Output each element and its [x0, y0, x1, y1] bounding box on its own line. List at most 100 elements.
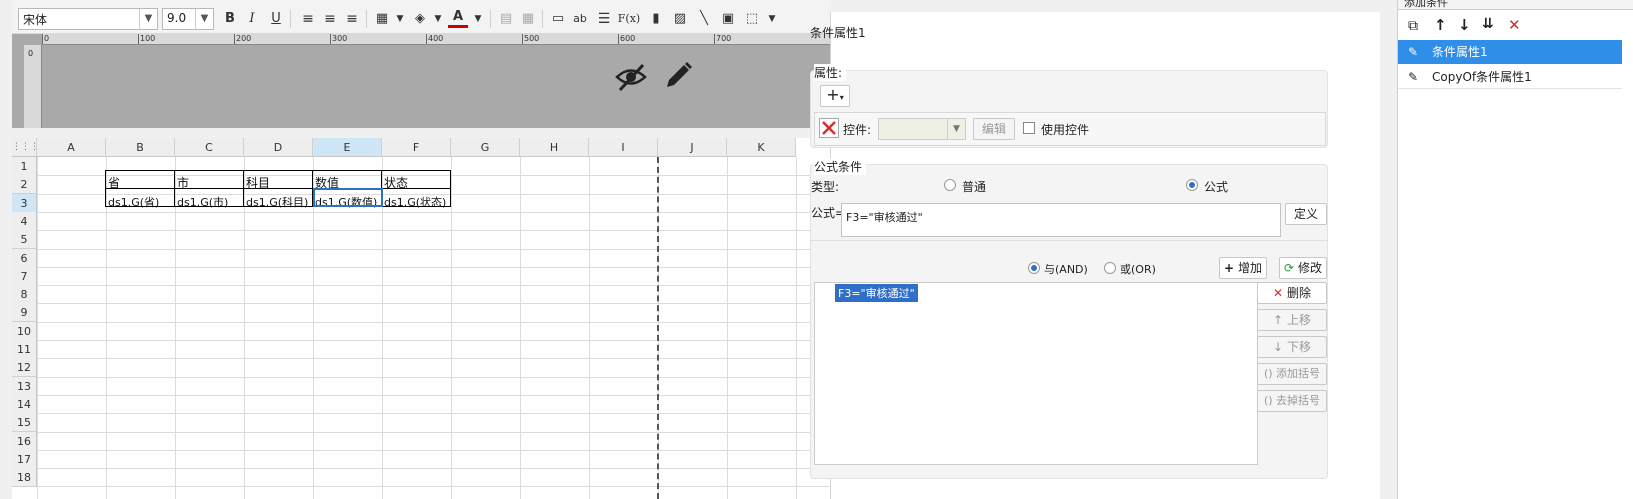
list-item[interactable]: ✎ CopyOf条件属性1 — [1398, 65, 1622, 89]
close-icon[interactable] — [819, 118, 839, 138]
data-cell[interactable]: ds1.G(市) — [175, 193, 242, 212]
modify-condition-button[interactable]: ⟳ 修改 — [1279, 257, 1327, 279]
header-cell[interactable]: 省 — [106, 174, 173, 193]
define-button[interactable]: 定义 — [1285, 203, 1327, 225]
column-header[interactable]: C — [175, 138, 244, 157]
type-formula-radio[interactable] — [1186, 179, 1198, 191]
row-header[interactable]: 3 — [12, 193, 37, 213]
insert-richtext-icon[interactable]: ☰ — [594, 8, 614, 30]
row-header[interactable]: 2 — [12, 175, 37, 195]
move-up-label: 上移 — [1286, 313, 1311, 327]
column-header[interactable]: F — [382, 138, 451, 157]
move-down-button[interactable]: ↓ 下移 — [1257, 336, 1327, 358]
arrow-down-icon[interactable]: ↓ — [1458, 16, 1471, 34]
chevron-down-icon[interactable]: ▼ — [390, 8, 410, 30]
insert-text-icon[interactable]: ▭ — [548, 8, 568, 30]
merge-cells-icon[interactable]: ▤ — [496, 8, 516, 30]
row-header[interactable]: 7 — [12, 266, 37, 286]
close-icon[interactable]: ✕ — [1508, 16, 1521, 34]
move-bottom-icon[interactable]: ⇊ — [1482, 16, 1494, 32]
data-cell[interactable]: ds1.G(科目) — [244, 193, 311, 212]
row-header[interactable]: 16 — [12, 431, 37, 451]
copy-icon[interactable]: ⧉ — [1408, 18, 1418, 34]
row-header[interactable]: 6 — [12, 248, 37, 268]
remove-brackets-icon: () — [1263, 394, 1273, 407]
or-radio[interactable] — [1104, 262, 1116, 274]
row-header[interactable]: 1 — [12, 157, 37, 176]
row-header[interactable]: 5 — [12, 230, 37, 250]
border-icon[interactable]: ▦ — [372, 8, 392, 30]
delete-condition-button[interactable]: ✕ 删除 — [1257, 282, 1327, 304]
row-header[interactable]: 14 — [12, 394, 37, 414]
header-cell[interactable]: 科目 — [244, 174, 311, 193]
control-select[interactable]: ▼ — [878, 118, 966, 140]
insert-slash-icon[interactable]: ╲ — [694, 8, 714, 30]
add-condition-button[interactable]: + 增加 — [1219, 257, 1267, 279]
row-header[interactable]: 15 — [12, 413, 37, 433]
insert-subreport-icon[interactable]: ▣ — [718, 8, 738, 30]
grid-line — [37, 468, 830, 470]
chevron-down-icon[interactable]: ▼ — [468, 8, 488, 30]
row-header[interactable]: 12 — [12, 358, 37, 378]
condition-list-item[interactable]: F3="审核通过" — [835, 284, 918, 302]
column-header[interactable]: D — [244, 138, 313, 157]
insert-formula-button[interactable]: F(x) — [616, 8, 642, 30]
align-center-icon[interactable]: ≡ — [320, 8, 340, 30]
header-cell[interactable]: 市 — [175, 174, 242, 193]
column-header[interactable]: E — [313, 138, 382, 157]
bold-button[interactable]: B — [220, 8, 240, 30]
text-color-button[interactable]: A — [448, 8, 468, 28]
row-header[interactable]: 17 — [12, 449, 37, 469]
data-cell[interactable]: ds1.G(省) — [106, 193, 173, 212]
row-header[interactable]: 8 — [12, 285, 37, 305]
align-right-icon[interactable]: ≡ — [342, 8, 362, 30]
insert-ab-button[interactable]: ab — [570, 8, 590, 30]
chevron-down-icon[interactable]: ▼ — [428, 8, 448, 30]
insert-chart-icon[interactable]: ▮ — [646, 8, 666, 30]
edit-control-button[interactable]: 编辑 — [973, 118, 1015, 140]
row-header[interactable]: 10 — [12, 321, 37, 341]
column-header[interactable]: I — [589, 138, 658, 157]
and-radio[interactable] — [1028, 262, 1040, 274]
row-header[interactable]: 11 — [12, 340, 37, 359]
grid-line — [37, 340, 830, 341]
split-cells-icon[interactable]: ▦ — [518, 8, 538, 30]
use-control-checkbox[interactable] — [1023, 122, 1035, 134]
italic-button[interactable]: I — [242, 8, 262, 30]
insert-image-icon[interactable]: ▨ — [670, 8, 690, 30]
remove-bracket-button[interactable]: () 去掉括号 — [1257, 390, 1327, 412]
column-header[interactable]: H — [520, 138, 589, 157]
list-item-selected[interactable]: ✎ 条件属性1 — [1398, 40, 1622, 64]
fill-color-icon[interactable]: ◈ — [410, 8, 430, 30]
font-name-select[interactable]: 宋体 ▼ — [18, 8, 158, 30]
column-header[interactable]: J — [658, 138, 727, 157]
font-size-select[interactable]: 9.0 ▼ — [162, 8, 214, 30]
data-cell[interactable]: ds1.G(状态) — [382, 193, 449, 212]
add-bracket-button[interactable]: () 添加括号 — [1257, 363, 1327, 385]
ruler-tick: 600 — [617, 34, 636, 44]
pencil-icon[interactable] — [662, 60, 694, 92]
row-header[interactable]: 4 — [12, 211, 37, 231]
pencil-icon: ✎ — [1408, 70, 1419, 84]
header-cell[interactable]: 状态 — [382, 174, 449, 193]
spreadsheet-grid[interactable]: ⋮⋮⋮ ABCDEFGHIJK 1 2 3 4 5 6 7 8 9 10 11 12 13 14 15 16 1… — [12, 138, 830, 499]
column-header[interactable]: K — [727, 138, 796, 157]
type-normal-radio[interactable] — [944, 179, 956, 191]
arrow-up-icon[interactable]: ↑ — [1434, 16, 1447, 34]
row-header[interactable]: 18 — [12, 468, 37, 488]
align-left-icon[interactable]: ≡ — [298, 8, 318, 30]
row-header[interactable]: 13 — [12, 376, 37, 396]
condition-list[interactable]: F3="审核通过" — [814, 282, 1258, 465]
select-all-corner[interactable]: ⋮⋮⋮ — [12, 138, 39, 157]
more-icon[interactable]: ⬚ — [742, 8, 762, 30]
formula-input[interactable]: F3="审核通过" — [841, 203, 1281, 237]
row-header[interactable]: 9 — [12, 303, 37, 323]
column-header[interactable]: A — [37, 138, 106, 157]
chevron-down-icon[interactable]: ▼ — [762, 8, 782, 30]
eye-slash-icon[interactable] — [614, 60, 648, 94]
underline-button[interactable]: U — [266, 8, 286, 30]
move-up-button[interactable]: ↑ 上移 — [1257, 309, 1327, 331]
add-attribute-button[interactable]: +▾ — [820, 85, 850, 107]
column-header[interactable]: B — [106, 138, 175, 157]
column-header[interactable]: G — [451, 138, 520, 157]
